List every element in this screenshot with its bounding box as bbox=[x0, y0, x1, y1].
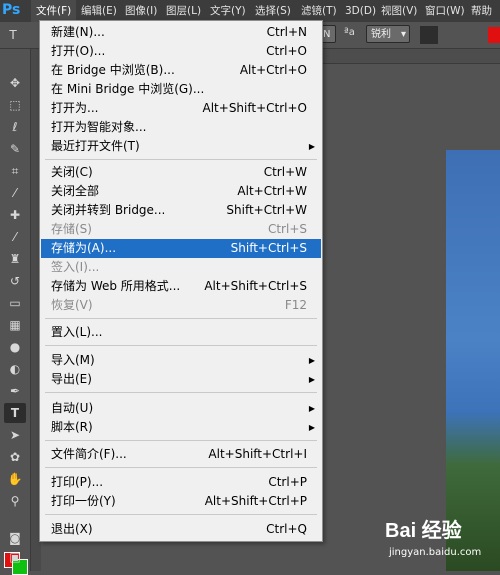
menu-item-browse-bridge[interactable]: 在 Bridge 中浏览(B)... Alt+Ctrl+O bbox=[41, 61, 321, 80]
menu-item-open-as[interactable]: 打开为... Alt+Shift+Ctrl+O bbox=[41, 99, 321, 118]
zoom-tool-icon[interactable]: ⚲ bbox=[4, 491, 26, 511]
align-right-icon[interactable] bbox=[462, 26, 480, 44]
submenu-arrow-icon: ▶ bbox=[308, 375, 315, 384]
menu-help[interactable]: 帮助 bbox=[466, 0, 497, 22]
submenu-arrow-icon: ▶ bbox=[308, 356, 315, 365]
menu-item-exit[interactable]: 退出(X) Ctrl+Q bbox=[41, 520, 321, 539]
shape-tool-icon[interactable]: ✿ bbox=[4, 447, 26, 467]
menu-select[interactable]: 选择(S) bbox=[250, 0, 296, 22]
screen-mode-icon[interactable]: ▣ bbox=[4, 547, 26, 567]
menu-item-open-smart-object[interactable]: 打开为智能对象... bbox=[41, 118, 321, 137]
text-color-swatch[interactable] bbox=[488, 27, 500, 43]
menu-item-print[interactable]: 打印(P)... Ctrl+P bbox=[41, 473, 321, 492]
chevron-down-icon: ▾ bbox=[400, 29, 406, 40]
align-left-icon[interactable] bbox=[420, 26, 438, 44]
gradient-tool-icon[interactable]: ▦ bbox=[4, 315, 26, 335]
path-select-icon[interactable]: ➤ bbox=[4, 425, 26, 445]
submenu-arrow-icon: ▶ bbox=[308, 142, 315, 151]
dodge-tool-icon[interactable]: ◐ bbox=[4, 359, 26, 379]
menu-item-close-go-bridge[interactable]: 关闭并转到 Bridge... Shift+Ctrl+W bbox=[41, 201, 321, 220]
menu-bar: Ps 文件(F) 编辑(E) 图像(I) 图层(L) 文字(Y) 选择(S) 滤… bbox=[0, 0, 500, 22]
menu-item-check-in: 签入(I)... bbox=[51, 260, 100, 274]
submenu-arrow-icon: ▶ bbox=[308, 423, 315, 432]
menu-item-place[interactable]: 置入(L)... bbox=[41, 323, 321, 342]
submenu-arrow-icon: ▶ bbox=[308, 404, 315, 413]
move-tool-icon[interactable]: ✥ bbox=[4, 73, 26, 93]
crop-tool-icon[interactable]: ⌗ bbox=[4, 161, 26, 181]
quick-select-icon[interactable]: ✎ bbox=[4, 139, 26, 159]
menu-item-close[interactable]: 关闭(C) Ctrl+W bbox=[41, 163, 321, 182]
baidu-logo: Bai 经验 bbox=[385, 520, 462, 542]
menu-separator bbox=[45, 318, 317, 319]
file-menu: 新建(N)... Ctrl+N 打开(O)... Ctrl+O 在 Bridge 中… bbox=[39, 20, 323, 542]
menu-view[interactable]: 视图(V) bbox=[376, 0, 422, 22]
menu-item-scripts[interactable]: 脚本(R) ▶ bbox=[41, 418, 321, 437]
menu-item-save-for-web[interactable]: 存储为 Web 所用格式... Alt+Shift+Ctrl+S bbox=[41, 277, 321, 296]
menu-separator bbox=[45, 159, 317, 160]
menu-separator bbox=[45, 514, 317, 515]
tools-panel: ✥ ⬚ ℓ ✎ ⌗ ⁄ ✚ ⁄ ♜ ↺ ▭ ▦ ● ◐ ✒ T ➤ ✿ ✋ ⚲ … bbox=[0, 49, 31, 575]
lasso-tool-icon[interactable]: ℓ bbox=[4, 117, 26, 137]
antialias-icon: ªa bbox=[344, 27, 355, 38]
menu-separator bbox=[45, 440, 317, 441]
menu-item-revert: 恢复(V) F12 bbox=[51, 298, 307, 312]
menu-item-new[interactable]: 新建(N)... Ctrl+N bbox=[41, 23, 321, 42]
history-brush-icon[interactable]: ↺ bbox=[4, 271, 26, 291]
menu-item-save-as[interactable]: 存储为(A)... Shift+Ctrl+S bbox=[41, 239, 321, 258]
eyedropper-icon[interactable]: ⁄ bbox=[4, 183, 26, 203]
antialias-value: 锐利 bbox=[371, 29, 391, 40]
watermark-url: jingyan.baidu.com bbox=[389, 547, 482, 558]
quick-mask-icon[interactable]: ◙ bbox=[4, 528, 26, 548]
menu-item-export[interactable]: 导出(E) ▶ bbox=[41, 370, 321, 389]
document-image bbox=[446, 150, 500, 571]
menu-separator bbox=[45, 345, 317, 346]
menu-layer[interactable]: 图层(L) bbox=[161, 0, 206, 22]
antialias-dropdown[interactable]: 锐利 ▾ bbox=[366, 25, 410, 43]
brush-tool-icon[interactable]: ⁄ bbox=[4, 227, 26, 247]
eraser-tool-icon[interactable]: ▭ bbox=[4, 293, 26, 313]
marquee-tool-icon[interactable]: ⬚ bbox=[4, 95, 26, 115]
menu-image[interactable]: 图像(I) bbox=[120, 0, 162, 22]
photoshop-logo: Ps bbox=[2, 2, 21, 18]
menu-item-print-one-copy[interactable]: 打印一份(Y) Alt+Shift+Ctrl+P bbox=[41, 492, 321, 511]
menu-item-import[interactable]: 导入(M) ▶ bbox=[41, 351, 321, 370]
hand-tool-icon[interactable]: ✋ bbox=[4, 469, 26, 489]
menu-item-close-all[interactable]: 关闭全部 Alt+Ctrl+W bbox=[41, 182, 321, 201]
pen-tool-icon[interactable]: ✒ bbox=[4, 381, 26, 401]
align-center-icon[interactable] bbox=[441, 26, 459, 44]
type-tool-icon[interactable]: T bbox=[2, 25, 24, 45]
menu-filter[interactable]: 滤镜(T) bbox=[296, 0, 342, 22]
menu-window[interactable]: 窗口(W) bbox=[420, 0, 470, 22]
menu-separator bbox=[45, 467, 317, 468]
blur-tool-icon[interactable]: ● bbox=[4, 337, 26, 357]
menu-type[interactable]: 文字(Y) bbox=[205, 0, 251, 22]
menu-3d[interactable]: 3D(D) bbox=[340, 0, 381, 22]
menu-separator bbox=[45, 392, 317, 393]
menu-file[interactable]: 文件(F) bbox=[31, 0, 77, 22]
menu-item-browse-mini-bridge[interactable]: 在 Mini Bridge 中浏览(G)... bbox=[41, 80, 321, 99]
baidu-watermark: Bai 经验 jingyan.baidu.com bbox=[385, 514, 497, 568]
healing-brush-icon[interactable]: ✚ bbox=[4, 205, 26, 225]
clone-stamp-icon[interactable]: ♜ bbox=[4, 249, 26, 269]
menu-item-save: 存储(S) Ctrl+S bbox=[51, 222, 307, 236]
menu-item-open[interactable]: 打开(O)... Ctrl+O bbox=[41, 42, 321, 61]
menu-item-recent-files[interactable]: 最近打开文件(T) ▶ bbox=[41, 137, 321, 156]
menu-edit[interactable]: 编辑(E) bbox=[76, 0, 122, 22]
menu-item-automate[interactable]: 自动(U) ▶ bbox=[41, 399, 321, 418]
menu-item-file-info[interactable]: 文件简介(F)... Alt+Shift+Ctrl+I bbox=[41, 445, 321, 464]
type-tool-icon[interactable]: T bbox=[4, 403, 26, 423]
